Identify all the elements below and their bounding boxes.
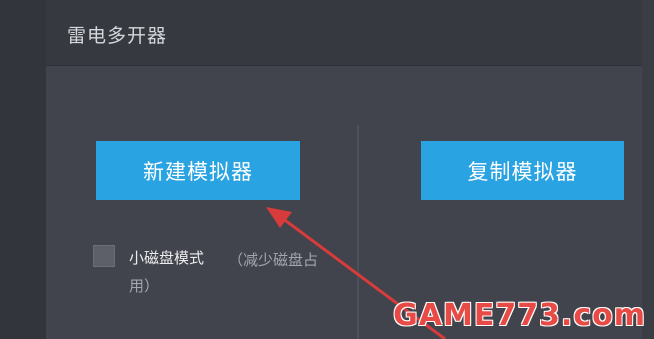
- annotation-arrow-icon: [266, 207, 446, 339]
- watermark-logo: GAME773.com: [393, 298, 646, 333]
